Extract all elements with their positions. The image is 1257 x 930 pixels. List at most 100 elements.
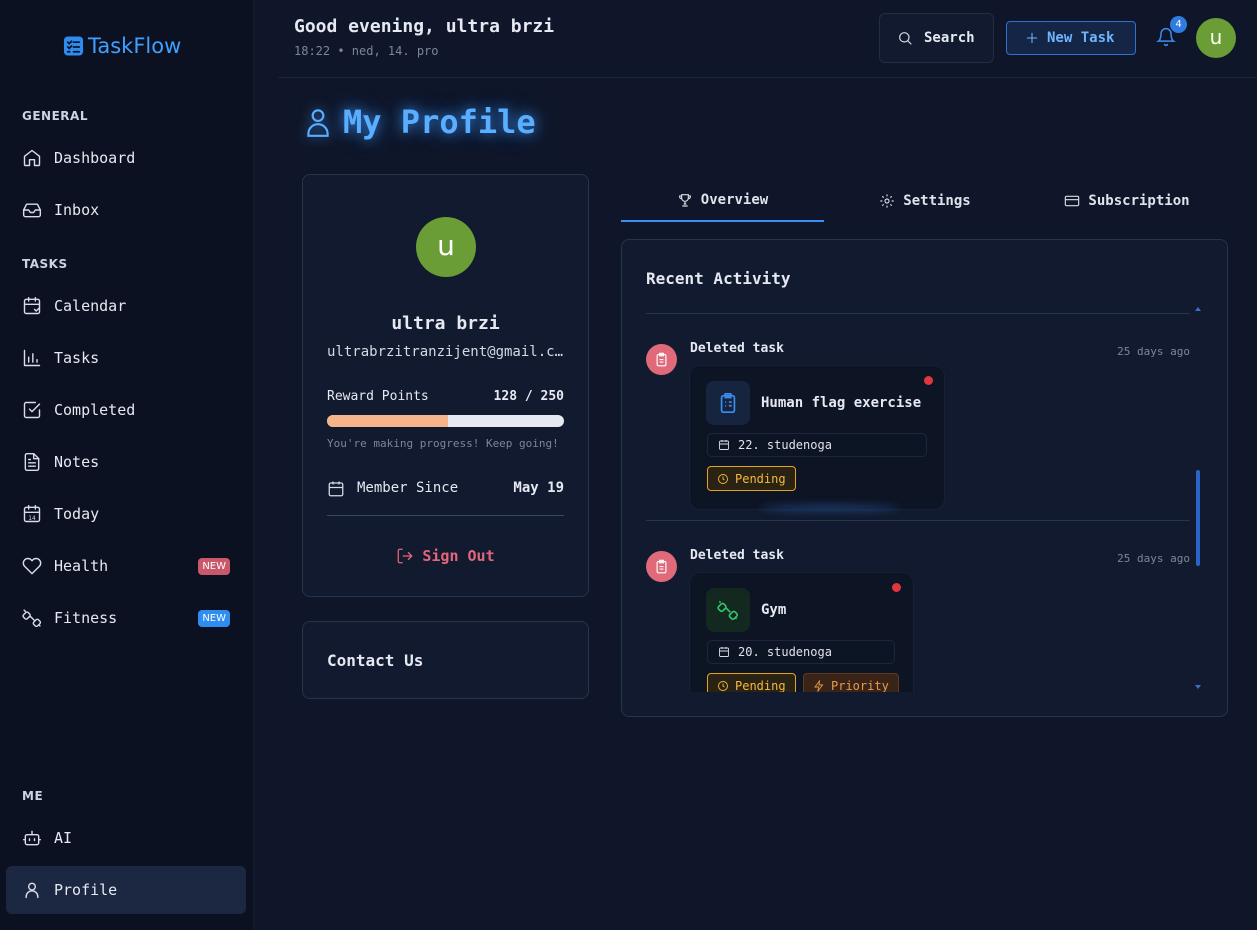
recent-activity-card: Recent Activity Deleted task 25 days ago…: [621, 239, 1228, 717]
task-name: Gym: [761, 602, 787, 618]
dumbbell-icon: [717, 600, 739, 621]
contact-title: Contact Us: [327, 651, 424, 670]
sidebar-item-calendar[interactable]: Calendar: [6, 282, 246, 330]
sidebar-item-label: Today: [54, 505, 100, 523]
pending-tag: Pending: [707, 466, 796, 491]
current-datetime: 18:22 • ned, 14. pro: [294, 44, 439, 58]
reward-points-label: Reward Points: [327, 389, 429, 404]
sidebar: TaskFlow GENERAL Dashboard Inbox TASKS C…: [0, 0, 254, 930]
profile-email: ultrabrzitranzijent@gmail.com: [327, 344, 565, 360]
clock-icon: [718, 473, 728, 484]
file-text-icon: [24, 452, 40, 472]
app-logo[interactable]: TaskFlow: [63, 34, 181, 58]
scroll-up-arrow[interactable]: [1195, 307, 1201, 311]
member-since-value: May 19: [513, 480, 564, 496]
tab-overview[interactable]: Overview: [621, 180, 824, 222]
task-name: Human flag exercise: [761, 395, 922, 411]
activity-time: 25 days ago: [1117, 345, 1190, 358]
priority-tag: Priority: [803, 673, 899, 692]
sidebar-item-notes[interactable]: Notes: [6, 438, 246, 486]
sidebar-item-dashboard[interactable]: Dashboard: [6, 134, 246, 182]
tab-subscription[interactable]: Subscription: [1026, 180, 1228, 222]
activity-list[interactable]: Deleted task 25 days ago Human flag exer…: [622, 314, 1227, 692]
sidebar-item-label: Dashboard: [54, 149, 136, 167]
home-icon: [23, 149, 41, 167]
plus-icon: [1026, 32, 1038, 44]
activity-time: 25 days ago: [1117, 552, 1190, 565]
new-badge: NEW: [198, 557, 230, 575]
activity-icon: [646, 551, 677, 582]
profile-card: u ultra brzi ultrabrzitranzijent@gmail.c…: [302, 174, 589, 597]
notifications-button[interactable]: 4: [1156, 16, 1187, 49]
bot-icon: [22, 830, 42, 846]
task-card[interactable]: Gym 20. studenoga Pending Priority: [690, 573, 913, 692]
contact-card[interactable]: Contact Us: [302, 621, 589, 699]
card-glow: [760, 505, 900, 511]
status-dot: [924, 376, 933, 385]
clipboard-icon: [656, 559, 667, 574]
sign-out-button[interactable]: Sign Out: [303, 547, 588, 565]
user-icon: [25, 882, 39, 899]
task-date-text: 22. studenoga: [738, 438, 832, 452]
app-root: TaskFlow GENERAL Dashboard Inbox TASKS C…: [0, 0, 1257, 930]
calendar-icon: [719, 440, 729, 450]
page-title: My Profile: [305, 103, 536, 141]
sidebar-item-health[interactable]: Health NEW: [6, 542, 246, 590]
sidebar-item-tasks[interactable]: Tasks: [6, 334, 246, 382]
tab-settings[interactable]: Settings: [824, 180, 1026, 222]
activity-action: Deleted task: [690, 341, 784, 356]
task-icon-box: [706, 381, 750, 425]
inbox-icon: [22, 203, 42, 218]
sidebar-item-label: Tasks: [54, 349, 100, 367]
clipboard-icon: [720, 393, 736, 413]
task-icon-box: [706, 588, 750, 632]
calendar-icon: [719, 647, 729, 657]
trophy-icon: [678, 194, 691, 207]
sign-out-label: Sign Out: [422, 547, 495, 565]
gear-icon: [880, 194, 894, 208]
tag-label: Pending: [735, 678, 786, 693]
top-header: Good evening, ultra brzi 18:22 • ned, 14…: [278, 0, 1257, 78]
calendar-icon: [23, 296, 41, 315]
calendar-day-icon: 14: [23, 504, 41, 523]
dumbbell-icon: [22, 609, 42, 628]
sidebar-item-completed[interactable]: Completed: [6, 386, 246, 434]
page-title-text: My Profile: [343, 103, 536, 141]
progress-message: You're making progress! Keep going!: [327, 437, 559, 450]
new-task-button[interactable]: New Task: [1006, 21, 1136, 55]
tag-label: Pending: [735, 471, 786, 486]
credit-card-icon: [1065, 195, 1080, 207]
user-avatar[interactable]: u: [1196, 18, 1236, 58]
tab-label: Settings: [903, 193, 971, 209]
task-date: 20. studenoga: [707, 640, 895, 664]
search-button[interactable]: Search: [879, 13, 994, 63]
notification-count-badge: 4: [1170, 16, 1187, 33]
user-icon: [307, 109, 329, 137]
member-since-row: Member Since May 19: [327, 480, 564, 516]
sidebar-item-fitness[interactable]: Fitness NEW: [6, 594, 246, 642]
new-badge: NEW: [198, 609, 230, 627]
sidebar-item-label: Completed: [54, 401, 136, 419]
sidebar-item-ai[interactable]: AI: [6, 814, 246, 862]
divider: [646, 520, 1190, 521]
search-label: Search: [924, 30, 975, 46]
calendar-icon: [328, 481, 344, 497]
today-day-number: 14: [28, 516, 36, 522]
search-icon: [899, 32, 912, 45]
sidebar-item-label: Fitness: [54, 609, 118, 627]
sidebar-item-today[interactable]: 14 Today: [6, 490, 246, 538]
section-me: ME: [22, 789, 44, 803]
recent-activity-title: Recent Activity: [646, 269, 791, 288]
member-since-label: Member Since: [357, 480, 459, 496]
reward-progress-fill: [327, 415, 449, 427]
task-card[interactable]: Human flag exercise 22. studenoga Pendin…: [690, 366, 944, 511]
reward-points-value: 128 / 250: [493, 389, 564, 404]
taskflow-logo-icon: [63, 36, 84, 56]
sidebar-item-profile[interactable]: Profile: [6, 866, 246, 914]
profile-avatar: u: [416, 217, 476, 277]
sidebar-item-inbox[interactable]: Inbox: [6, 186, 246, 234]
clipboard-icon: [656, 352, 667, 367]
task-date: 22. studenoga: [707, 433, 927, 457]
status-dot: [892, 583, 901, 592]
sidebar-item-label: Notes: [54, 453, 100, 471]
